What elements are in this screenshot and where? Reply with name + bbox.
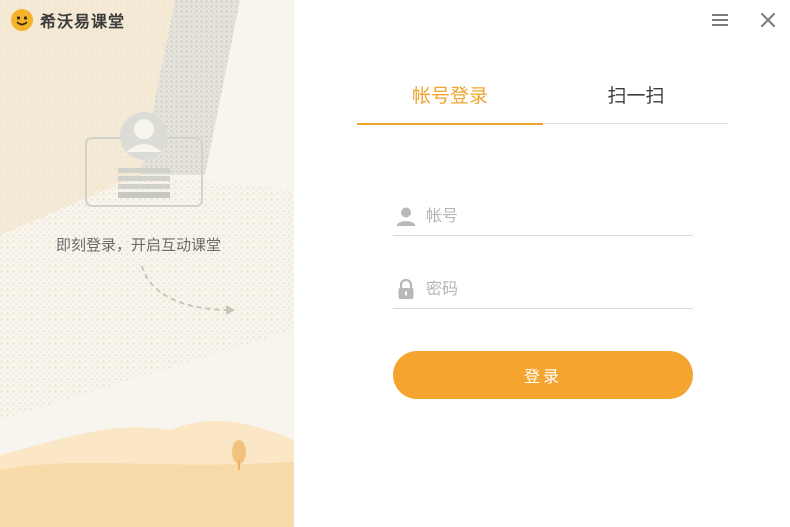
- login-button[interactable]: 登录: [393, 351, 693, 399]
- close-icon: [761, 13, 775, 27]
- tab-scan-qr[interactable]: 扫一扫: [543, 80, 729, 124]
- slogan-text: 即刻登录，开启互动课堂: [56, 236, 222, 254]
- menu-icon: [712, 14, 728, 26]
- tab-account-login[interactable]: 帐号登录: [357, 80, 543, 125]
- illustration-panel: 希沃易课堂 即刻登录，开启互动课堂: [0, 0, 294, 527]
- lock-icon: [398, 278, 414, 299]
- id-card-illustration: [85, 112, 203, 207]
- menu-button[interactable]: [708, 8, 732, 32]
- brand: 希沃易课堂: [10, 8, 125, 32]
- dashed-arrow-icon: [141, 265, 235, 315]
- close-button[interactable]: [756, 8, 780, 32]
- login-tabs: 帐号登录 扫一扫: [357, 80, 729, 125]
- password-input[interactable]: [426, 273, 676, 304]
- emoji-face-icon: [11, 9, 33, 31]
- brand-name: 希沃易课堂: [40, 12, 126, 31]
- user-icon: [396, 207, 416, 226]
- password-field: [393, 269, 693, 309]
- account-field: [393, 196, 693, 236]
- account-input[interactable]: [426, 200, 676, 231]
